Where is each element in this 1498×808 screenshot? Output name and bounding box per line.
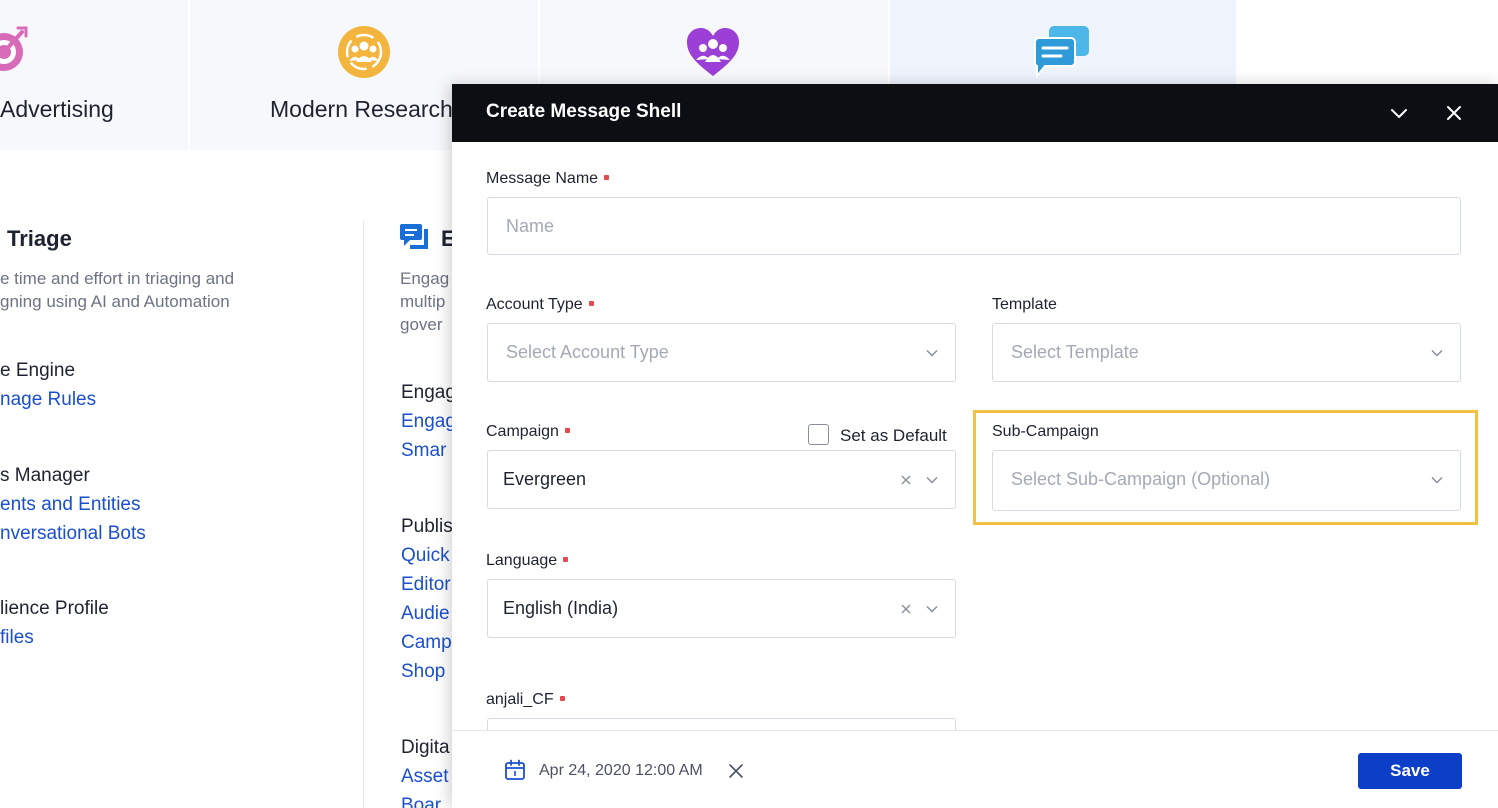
tile-label: Advertising — [0, 96, 114, 122]
required-marker — [588, 301, 594, 307]
tile-advertising[interactable]: Advertising — [0, 0, 188, 150]
modal-footer: Apr 24, 2020 12:00 AM Save — [452, 730, 1498, 808]
nav-link[interactable]: Boar — [401, 795, 441, 808]
anjali-cf-label: anjali_CF — [486, 691, 565, 709]
nav-link[interactable]: ents and Entities — [0, 494, 140, 516]
chevron-down-icon — [926, 349, 938, 357]
nav-link[interactable]: Engag — [401, 411, 456, 433]
nav-link[interactable]: files — [0, 627, 34, 649]
calendar-icon[interactable] — [504, 759, 526, 781]
modal-title: Create Message Shell — [486, 101, 682, 122]
heart-people-icon — [687, 28, 739, 76]
account-type-select[interactable]: Select Account Type — [487, 323, 956, 382]
subsection-heading: s Manager — [0, 465, 90, 486]
section-description: gning using AI and Automation — [0, 292, 230, 311]
subsection-heading: Publis — [401, 516, 453, 537]
nav-link[interactable]: Quick — [401, 545, 450, 567]
section-description: multip — [400, 292, 446, 311]
section-description: Engag — [400, 269, 450, 288]
chevron-down-icon — [926, 605, 938, 613]
chat-icon — [400, 224, 428, 249]
message-name-label: Message Name — [486, 170, 610, 188]
sub-campaign-placeholder: Select Sub-Campaign (Optional) — [1011, 469, 1271, 489]
message-name-field[interactable] — [487, 197, 1461, 255]
nav-link[interactable]: Shop — [401, 661, 445, 683]
set-as-default-label[interactable]: Set as Default — [840, 426, 947, 446]
modal-body: Message Name Account Type Select Account… — [452, 142, 1498, 730]
chevron-down-icon — [926, 476, 938, 484]
panel-divider — [363, 220, 364, 808]
sub-campaign-select[interactable]: Select Sub-Campaign (Optional) — [992, 450, 1461, 511]
language-value: English (India) — [503, 598, 619, 618]
required-marker — [564, 428, 570, 434]
required-marker — [604, 175, 610, 181]
account-type-label: Account Type — [486, 296, 594, 314]
tile-label: Modern Research — [270, 96, 453, 122]
modal-header: Create Message Shell — [452, 84, 1498, 142]
campaign-label: Campaign — [486, 423, 570, 441]
chevron-down-icon — [1431, 476, 1443, 484]
create-message-shell-modal: Create Message Shell Message Name Accoun… — [452, 84, 1498, 808]
chat-bubbles-icon — [1033, 26, 1089, 79]
message-name-input[interactable] — [488, 198, 1460, 254]
campaign-value: Evergreen — [503, 469, 587, 489]
chevron-down-icon[interactable] — [1388, 102, 1410, 124]
subsection-heading: e Engine — [0, 360, 76, 381]
subsection-heading: Digita — [401, 737, 450, 758]
people-circle-icon — [338, 26, 390, 78]
save-button[interactable]: Save — [1358, 753, 1462, 789]
template-select[interactable]: Select Template — [992, 323, 1461, 382]
section-title: Triage — [7, 226, 72, 251]
clear-icon[interactable] — [900, 603, 912, 615]
campaign-select[interactable]: Evergreen — [487, 450, 956, 509]
nav-link[interactable]: Editor — [401, 574, 451, 596]
schedule-date[interactable]: Apr 24, 2020 12:00 AM — [539, 762, 703, 780]
template-label: Template — [992, 296, 1057, 313]
template-placeholder: Select Template — [1011, 342, 1139, 362]
anjali-cf-field[interactable] — [487, 718, 956, 730]
sub-campaign-label: Sub-Campaign — [992, 423, 1099, 440]
subsection-heading: Engag — [401, 382, 456, 403]
language-select[interactable]: English (India) — [487, 579, 956, 638]
section-description: gover — [400, 315, 443, 334]
section-description: e time and effort in triaging and — [0, 269, 235, 288]
account-type-placeholder: Select Account Type — [506, 342, 669, 362]
nav-link[interactable]: Audie — [401, 603, 450, 625]
required-marker — [563, 557, 569, 563]
nav-link[interactable]: Camp — [401, 632, 452, 654]
language-label: Language — [486, 552, 569, 570]
clear-date-icon[interactable] — [727, 762, 745, 780]
nav-link[interactable]: nversational Bots — [0, 523, 146, 545]
chevron-down-icon — [1431, 349, 1443, 357]
required-marker — [559, 696, 565, 702]
subsection-heading: lience Profile — [0, 598, 109, 619]
nav-link[interactable]: nage Rules — [0, 389, 96, 411]
clear-icon[interactable] — [900, 474, 912, 486]
set-as-default-checkbox[interactable] — [808, 424, 829, 445]
nav-link[interactable]: Smar — [401, 440, 446, 462]
target-icon — [0, 26, 28, 71]
nav-link[interactable]: Asset — [401, 766, 449, 788]
close-icon[interactable] — [1443, 102, 1465, 124]
